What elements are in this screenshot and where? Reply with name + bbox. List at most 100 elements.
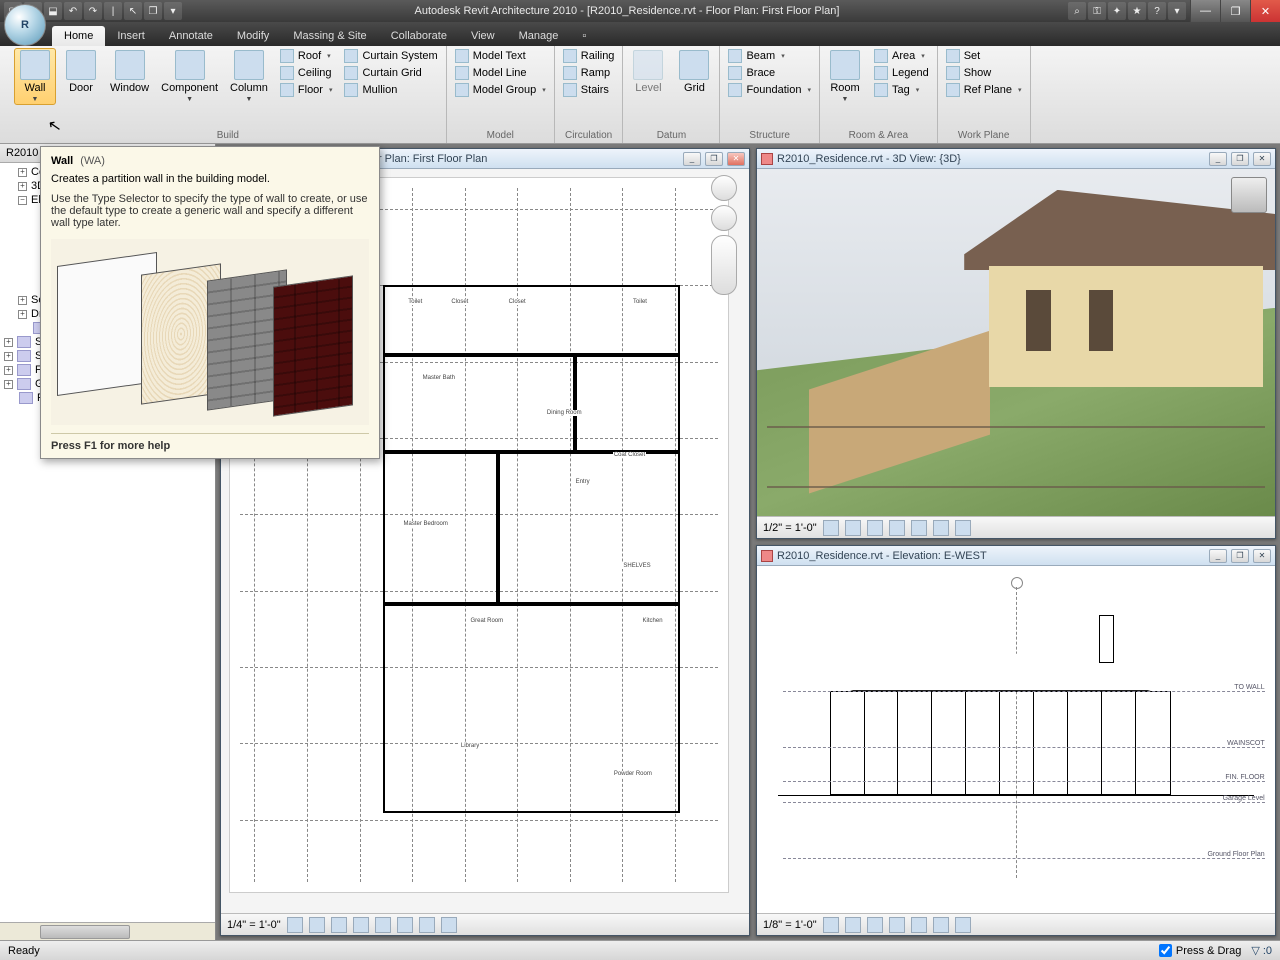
shadows-icon[interactable]	[353, 917, 369, 933]
doc-max-button[interactable]: ❐	[1231, 152, 1249, 166]
tree-expand-icon[interactable]: +	[18, 168, 27, 177]
shadows-icon[interactable]	[889, 917, 905, 933]
doc-min-button[interactable]: _	[683, 152, 701, 166]
application-menu-orb[interactable]: R	[4, 4, 46, 46]
crop-region-icon[interactable]	[397, 917, 413, 933]
search-icon[interactable]: ⌕	[1068, 2, 1086, 20]
crop-region-icon[interactable]	[933, 520, 949, 536]
panel-room-area-label[interactable]: Room & Area	[824, 128, 933, 143]
pan-icon[interactable]	[711, 235, 737, 295]
doc-min-button[interactable]: _	[1209, 549, 1227, 563]
tree-expand-icon[interactable]: +	[18, 182, 27, 191]
stairs-button[interactable]: Stairs	[559, 82, 619, 98]
qat-redo-icon[interactable]: ↷	[84, 2, 102, 20]
tab-modify[interactable]: Modify	[225, 26, 281, 46]
comm-icon[interactable]: ✦	[1108, 2, 1126, 20]
zoom-icon[interactable]	[711, 205, 737, 231]
minimize-button[interactable]: —	[1190, 0, 1220, 22]
hide-icon[interactable]	[419, 917, 435, 933]
tree-expand-icon[interactable]: +	[4, 352, 13, 361]
tab-collaborate[interactable]: Collaborate	[379, 26, 459, 46]
help-icon[interactable]: ?	[1148, 2, 1166, 20]
panel-structure-label[interactable]: Structure	[724, 128, 815, 143]
curtain-grid-button[interactable]: Curtain Grid	[340, 65, 441, 81]
detail-level-icon[interactable]	[823, 520, 839, 536]
shadows-icon[interactable]	[889, 520, 905, 536]
maximize-button[interactable]: ❐	[1220, 0, 1250, 22]
tree-expand-icon[interactable]: +	[18, 310, 27, 319]
doc-close-button[interactable]: ✕	[727, 152, 745, 166]
qat-save-icon[interactable]: ⬓	[44, 2, 62, 20]
steering-wheel-icon[interactable]	[711, 175, 737, 201]
scale-label[interactable]: 1/8" = 1'-0"	[763, 919, 817, 931]
nav-wheel[interactable]	[703, 175, 745, 295]
grid-button[interactable]: Grid	[673, 48, 715, 96]
selection-filter[interactable]: ▽:0	[1251, 944, 1272, 957]
tab-annotate[interactable]: Annotate	[157, 26, 225, 46]
panel-datum-label[interactable]: Datum	[627, 128, 715, 143]
model-line-button[interactable]: Model Line	[451, 65, 550, 81]
press-drag-checkbox[interactable]: Press & Drag	[1159, 944, 1241, 957]
tab-manage[interactable]: Manage	[507, 26, 571, 46]
crop-icon[interactable]	[911, 917, 927, 933]
scale-label[interactable]: 1/2" = 1'-0"	[763, 522, 817, 534]
model-group-button[interactable]: Model Group▾	[451, 82, 550, 98]
browser-scrollbar[interactable]	[0, 922, 215, 940]
view-cube-icon[interactable]	[1231, 177, 1267, 213]
qat-undo-icon[interactable]: ↶	[64, 2, 82, 20]
room-button[interactable]: Room▼	[824, 48, 866, 105]
sun-path-icon[interactable]	[331, 917, 347, 933]
qat-drop-icon[interactable]: ▾	[164, 2, 182, 20]
detail-level-icon[interactable]	[287, 917, 303, 933]
ceiling-button[interactable]: Ceiling	[276, 65, 337, 81]
detail-level-icon[interactable]	[823, 917, 839, 933]
hide-icon[interactable]	[955, 520, 971, 536]
sun-path-icon[interactable]	[867, 917, 883, 933]
fav-icon[interactable]: ★	[1128, 2, 1146, 20]
panel-work-plane-label[interactable]: Work Plane	[942, 128, 1026, 143]
qat-3d-icon[interactable]: ❐	[144, 2, 162, 20]
window-button[interactable]: Window	[106, 48, 153, 96]
floor-button[interactable]: Floor▾	[276, 82, 337, 98]
mullion-button[interactable]: Mullion	[340, 82, 441, 98]
panel-build-label[interactable]: Build	[14, 128, 442, 143]
close-button[interactable]: ✕	[1250, 0, 1280, 22]
crop-icon[interactable]	[375, 917, 391, 933]
door-button[interactable]: Door	[60, 48, 102, 96]
doc-close-button[interactable]: ✕	[1253, 152, 1271, 166]
visual-style-icon[interactable]	[845, 917, 861, 933]
tag-button[interactable]: Tag▾	[870, 82, 933, 98]
tree-expand-icon[interactable]: +	[4, 366, 13, 375]
doc-min-button[interactable]: _	[1209, 152, 1227, 166]
tab-insert[interactable]: Insert	[105, 26, 157, 46]
crop-region-icon[interactable]	[933, 917, 949, 933]
hide-icon[interactable]	[955, 917, 971, 933]
ref-plane-button[interactable]: Ref Plane▾	[942, 82, 1026, 98]
3d-view-canvas[interactable]	[757, 169, 1275, 516]
qat-pointer-icon[interactable]: ↖	[124, 2, 142, 20]
doc-max-button[interactable]: ❐	[705, 152, 723, 166]
tab-home[interactable]: Home	[52, 26, 105, 46]
tree-expand-icon[interactable]: +	[4, 338, 13, 347]
area-button[interactable]: Area▾	[870, 48, 933, 64]
tab-view[interactable]: View	[459, 26, 507, 46]
crop-icon[interactable]	[911, 520, 927, 536]
level-button[interactable]: Level	[627, 48, 669, 96]
panel-model-label[interactable]: Model	[451, 128, 550, 143]
tree-expand-icon[interactable]: +	[4, 380, 13, 389]
brace-button[interactable]: Brace	[724, 65, 815, 81]
show-button[interactable]: Show	[942, 65, 1026, 81]
railing-button[interactable]: Railing	[559, 48, 619, 64]
tab-addins-icon[interactable]: ▫	[570, 26, 598, 46]
tab-massing-site[interactable]: Massing & Site	[281, 26, 378, 46]
scale-label[interactable]: 1/4" = 1'-0"	[227, 919, 281, 931]
set-button[interactable]: Set	[942, 48, 1026, 64]
tree-expand-icon[interactable]: −	[18, 196, 27, 205]
reveal-icon[interactable]	[441, 917, 457, 933]
wall-button[interactable]: Wall▼	[14, 48, 56, 105]
curtain-system-button[interactable]: Curtain System	[340, 48, 441, 64]
doc-close-button[interactable]: ✕	[1253, 549, 1271, 563]
foundation-button[interactable]: Foundation▾	[724, 82, 815, 98]
key-icon[interactable]: ⚿	[1088, 2, 1106, 20]
sun-path-icon[interactable]	[867, 520, 883, 536]
